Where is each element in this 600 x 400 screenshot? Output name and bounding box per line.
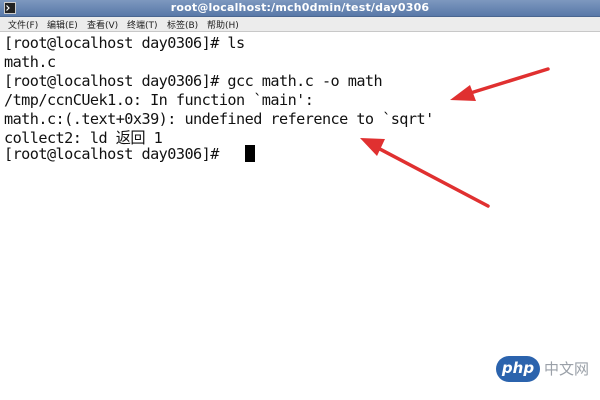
annotation-arrow-upper — [450, 67, 550, 101]
watermark: php 中文网 — [496, 356, 592, 384]
annotation-arrows — [360, 67, 550, 208]
php-logo: php — [496, 356, 540, 382]
annotation-arrow-lower — [360, 138, 490, 208]
watermark-text: 中文网 — [544, 360, 590, 378]
